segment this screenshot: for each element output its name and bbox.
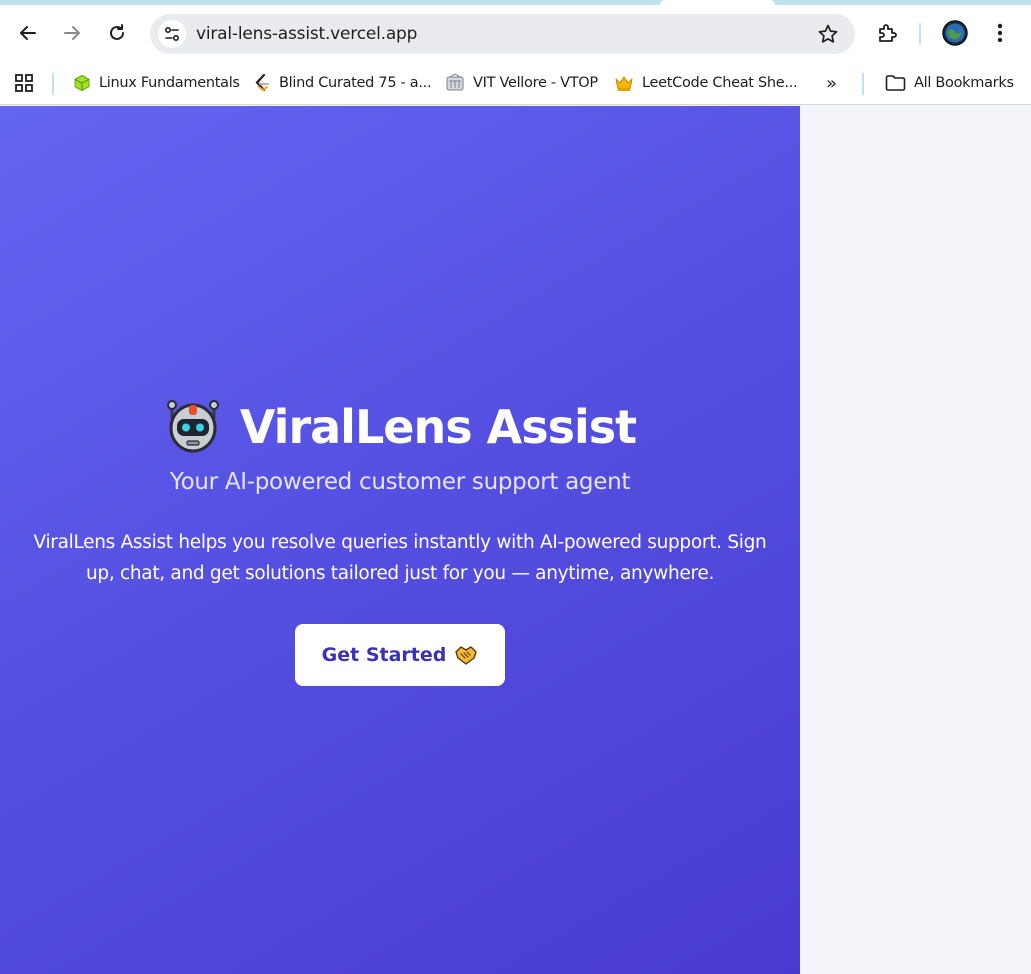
bookmark-vit-vtop[interactable]: VIT Vellore - VTOP [445,71,598,95]
bookmark-star-button[interactable] [817,23,839,50]
more-bookmarks-button[interactable]: » [826,71,837,95]
bookmark-linux-fundamentals[interactable]: Linux Fundamentals [73,71,240,95]
forward-button[interactable] [59,20,85,46]
tune-icon [164,26,180,42]
reload-icon [110,24,124,40]
bookmark-leetcode-cheat-sheet[interactable]: LeetCode Cheat She... [614,71,798,95]
profile-avatar[interactable] [942,20,968,51]
bookmarks-divider [52,73,54,95]
toolbar-divider [919,23,921,45]
browser-toolbar: viral-lens-assist.vercel.app [0,5,1031,63]
cube-icon [74,74,90,92]
hero-section: ViralLens Assist Your AI-powered custome… [0,106,800,974]
page-description: ViralLens Assist helps you resolve queri… [33,532,767,584]
back-button[interactable] [15,20,41,46]
bookmarks-bar: Linux Fundamentals Blind Curated 75 - a.… [0,63,1031,105]
all-bookmarks-button[interactable]: All Bookmarks [885,71,1014,95]
all-bookmarks-label: All Bookmarks [914,75,1014,91]
star-icon [818,24,838,43]
bookmark-blind-curated[interactable]: Blind Curated 75 - a... [253,71,432,95]
reload-button[interactable] [104,20,130,46]
apps-grid-icon [15,74,33,92]
handshake-icon [455,646,478,665]
more-vert-icon [997,23,1003,43]
bookmark-label: Linux Fundamentals [99,75,240,91]
forward-arrow-icon [64,26,80,40]
bookmark-label: LeetCode Cheat She... [642,75,798,91]
page-subtitle: Your AI-powered customer support agent [169,469,631,495]
hero-title-row: ViralLens Assist [0,398,800,456]
more-bookmarks-icon: » [826,72,837,94]
bookmark-label: VIT Vellore - VTOP [473,75,598,91]
crown-icon [615,76,633,91]
bookmark-label: Blind Curated 75 - a... [279,75,432,91]
globe-avatar-icon [942,20,968,46]
get-started-label: Get Started [321,644,447,666]
extensions-button[interactable] [876,21,900,50]
back-arrow-icon [20,26,36,40]
browser-menu-button[interactable] [992,21,1008,50]
leetcode-icon [255,73,269,92]
apps-button[interactable] [14,71,34,95]
folder-icon [885,75,906,91]
get-started-button[interactable]: Get Started [295,624,505,686]
vit-icon [446,73,464,91]
url-text[interactable]: viral-lens-assist.vercel.app [196,24,417,44]
robot-icon [166,400,219,453]
right-panel [800,106,1031,974]
page-title: ViralLens Assist [239,400,637,454]
site-info-button[interactable] [158,20,186,48]
puzzle-icon [879,24,897,42]
bookmarks-divider [862,73,864,95]
address-bar[interactable]: viral-lens-assist.vercel.app [150,14,855,54]
